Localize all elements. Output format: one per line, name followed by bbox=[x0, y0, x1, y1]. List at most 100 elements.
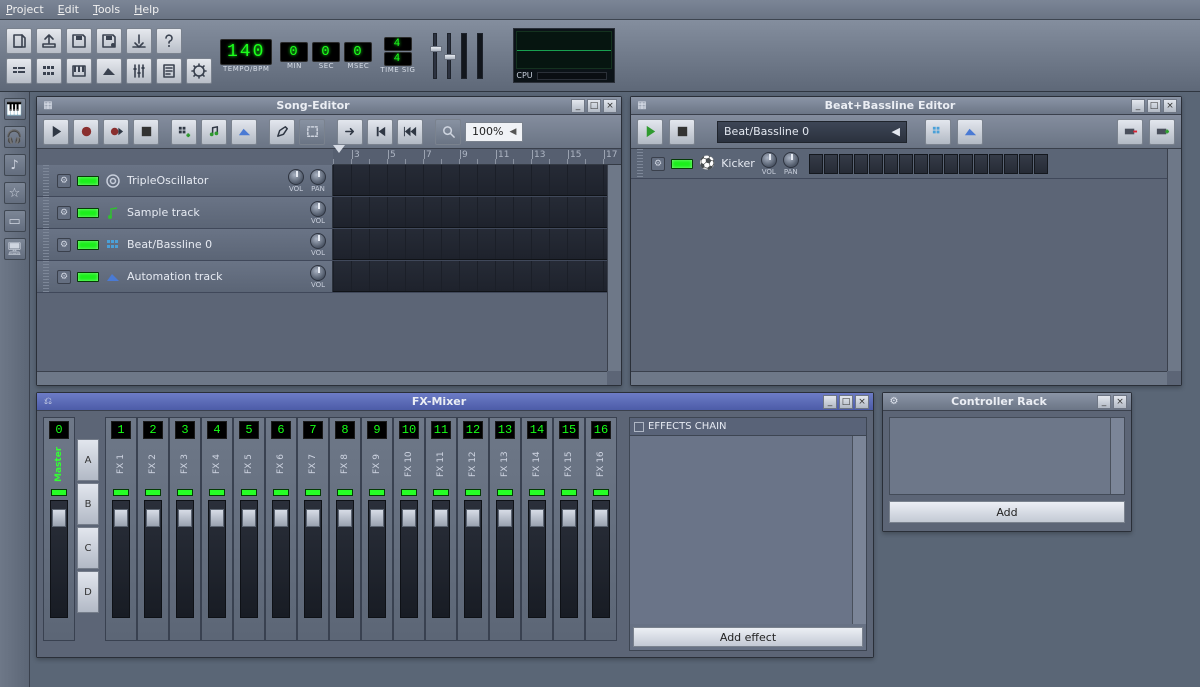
fx-fader[interactable] bbox=[208, 500, 226, 618]
track-name[interactable]: TripleOscillator bbox=[127, 174, 208, 187]
bb-step-cell[interactable] bbox=[929, 154, 943, 174]
close-button[interactable]: × bbox=[603, 99, 617, 113]
sidebar-projects[interactable]: ▭ bbox=[4, 210, 26, 232]
maximize-button[interactable]: □ bbox=[1147, 99, 1161, 113]
track-gear-icon[interactable]: ⚙ bbox=[57, 238, 71, 252]
sidebar-instruments[interactable]: 🎹 bbox=[4, 98, 26, 120]
menu-project[interactable]: Project bbox=[6, 3, 44, 16]
bb-step-cell[interactable] bbox=[869, 154, 883, 174]
fx-enable-led[interactable] bbox=[305, 489, 321, 496]
automation-editor-toggle[interactable] bbox=[96, 58, 122, 84]
open-project-button[interactable] bbox=[36, 28, 62, 54]
new-project-button[interactable] bbox=[6, 28, 32, 54]
mute-led[interactable] bbox=[77, 272, 99, 282]
drag-handle[interactable] bbox=[43, 197, 49, 228]
bb-step-cell[interactable] bbox=[854, 154, 868, 174]
drag-handle[interactable] bbox=[637, 149, 643, 178]
mute-led[interactable] bbox=[671, 159, 693, 169]
add-automation-track-button[interactable] bbox=[231, 119, 257, 145]
track-name[interactable]: Beat/Bassline 0 bbox=[127, 238, 212, 251]
fx-channel[interactable]: 5FX 5 bbox=[233, 417, 265, 641]
fx-channel[interactable]: 1FX 1 bbox=[105, 417, 137, 641]
track-gear-icon[interactable]: ⚙ bbox=[57, 270, 71, 284]
fx-mixer-toggle[interactable] bbox=[126, 58, 152, 84]
bb-play-button[interactable] bbox=[637, 119, 663, 145]
fx-channel[interactable]: 11FX 11 bbox=[425, 417, 457, 641]
fx-channel[interactable]: 14FX 14 bbox=[521, 417, 553, 641]
track-pattern-area[interactable] bbox=[333, 165, 621, 196]
fx-enable-led[interactable] bbox=[113, 489, 129, 496]
fx-channel[interactable]: 16FX 16 bbox=[585, 417, 617, 641]
fx-enable-led[interactable] bbox=[497, 489, 513, 496]
track-pattern-area[interactable] bbox=[333, 229, 621, 260]
bb-step-cell[interactable] bbox=[824, 154, 838, 174]
fx-channel[interactable]: 4FX 4 bbox=[201, 417, 233, 641]
skip-back-button[interactable] bbox=[367, 119, 393, 145]
bb-add-bb-button[interactable] bbox=[925, 119, 951, 145]
fx-fader[interactable] bbox=[368, 500, 386, 618]
fx-master-channel[interactable]: 0 Master bbox=[43, 417, 75, 641]
minimize-button[interactable]: _ bbox=[571, 99, 585, 113]
fx-channel[interactable]: 12FX 12 bbox=[457, 417, 489, 641]
bb-step-cell[interactable] bbox=[1019, 154, 1033, 174]
fx-enable-led[interactable] bbox=[433, 489, 449, 496]
fx-channel[interactable]: 7FX 7 bbox=[297, 417, 329, 641]
effects-chain-enable-checkbox[interactable] bbox=[634, 422, 644, 432]
fx-enable-led[interactable] bbox=[177, 489, 193, 496]
sidebar-favorites[interactable]: ☆ bbox=[4, 182, 26, 204]
vertical-scrollbar[interactable] bbox=[852, 436, 866, 624]
fx-fader[interactable] bbox=[560, 500, 578, 618]
fx-channel[interactable]: 15FX 15 bbox=[553, 417, 585, 641]
whatsthis-button[interactable] bbox=[156, 28, 182, 54]
menu-help[interactable]: Help bbox=[134, 3, 159, 16]
close-button[interactable]: × bbox=[1163, 99, 1177, 113]
fx-send-b[interactable]: B bbox=[77, 483, 99, 525]
save-project-button[interactable] bbox=[66, 28, 92, 54]
fx-fader[interactable] bbox=[496, 500, 514, 618]
bb-remove-step-button[interactable] bbox=[1117, 119, 1143, 145]
minimize-button[interactable]: _ bbox=[1097, 395, 1111, 409]
record-accomp-button[interactable] bbox=[103, 119, 129, 145]
draw-mode-button[interactable] bbox=[269, 119, 295, 145]
fx-enable-led[interactable] bbox=[465, 489, 481, 496]
sidebar-presets[interactable]: ♪ bbox=[4, 154, 26, 176]
track-pan-knob[interactable] bbox=[310, 169, 326, 185]
fx-fader[interactable] bbox=[464, 500, 482, 618]
fx-channel[interactable]: 3FX 3 bbox=[169, 417, 201, 641]
playhead-marker[interactable] bbox=[333, 145, 345, 153]
drag-handle[interactable] bbox=[43, 261, 49, 292]
bb-step-cell[interactable] bbox=[1034, 154, 1048, 174]
close-button[interactable]: × bbox=[1113, 395, 1127, 409]
song-editor-toggle[interactable] bbox=[6, 58, 32, 84]
export-button[interactable] bbox=[126, 28, 152, 54]
fx-enable-led[interactable] bbox=[145, 489, 161, 496]
stop-button[interactable] bbox=[133, 119, 159, 145]
bb-vol-knob[interactable] bbox=[761, 152, 777, 168]
mute-led[interactable] bbox=[77, 208, 99, 218]
fx-fader[interactable] bbox=[272, 500, 290, 618]
fx-channel[interactable]: 9FX 9 bbox=[361, 417, 393, 641]
maximize-button[interactable]: □ bbox=[587, 99, 601, 113]
fx-fader[interactable] bbox=[50, 500, 68, 618]
controller-add-button[interactable]: Add bbox=[889, 501, 1125, 523]
track-vol-knob[interactable] bbox=[310, 265, 326, 281]
fx-enable-led[interactable] bbox=[401, 489, 417, 496]
add-effect-button[interactable]: Add effect bbox=[633, 627, 863, 647]
menu-edit[interactable]: Edit bbox=[58, 3, 79, 16]
track-type-icon[interactable] bbox=[105, 173, 121, 189]
bb-pattern-select[interactable]: Beat/Bassline 0◀ bbox=[717, 121, 907, 143]
sidebar-samples[interactable]: 🎧 bbox=[4, 126, 26, 148]
edit-mode-button[interactable] bbox=[299, 119, 325, 145]
bb-step-cell[interactable] bbox=[914, 154, 928, 174]
track-gear-icon[interactable]: ⚙ bbox=[57, 206, 71, 220]
bb-track-name[interactable]: Kicker bbox=[721, 157, 755, 170]
fx-fader[interactable] bbox=[528, 500, 546, 618]
fx-enable-led[interactable] bbox=[337, 489, 353, 496]
play-button[interactable] bbox=[43, 119, 69, 145]
close-button[interactable]: × bbox=[855, 395, 869, 409]
fx-fader[interactable] bbox=[592, 500, 610, 618]
track-type-icon[interactable] bbox=[105, 237, 121, 253]
bb-step-cell[interactable] bbox=[899, 154, 913, 174]
vertical-scrollbar[interactable] bbox=[1167, 149, 1181, 371]
track-type-icon[interactable] bbox=[105, 269, 121, 285]
